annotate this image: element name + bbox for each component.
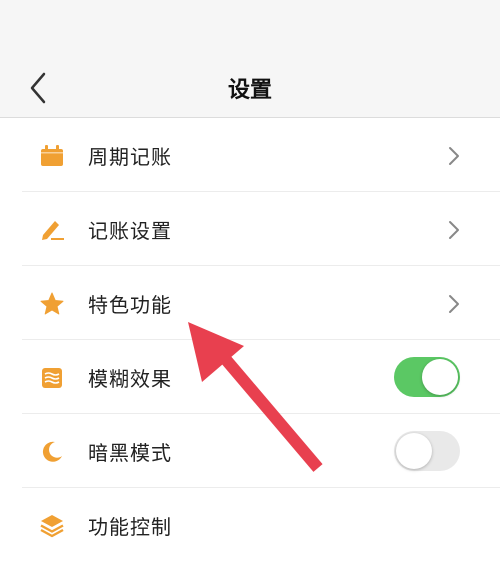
layers-icon (40, 515, 64, 538)
settings-item-label: 模糊效果 (88, 367, 172, 391)
chevron-right-icon (449, 147, 459, 165)
settings-item-dark-mode: 暗黑模式 (0, 414, 500, 488)
settings-item-label: 特色功能 (88, 293, 172, 317)
toggle-knob (422, 359, 458, 395)
settings-item-function-control[interactable]: 功能控制 (0, 488, 500, 562)
settings-item-label: 暗黑模式 (88, 441, 172, 465)
blur-waves-icon (42, 368, 62, 388)
toggle-knob (396, 433, 432, 469)
blur-effect-toggle[interactable] (394, 357, 460, 397)
settings-list: 周期记账 记账设置 特色功能 模糊效果 暗黑模式 功能控制 (0, 118, 500, 562)
settings-item-label: 记账设置 (88, 219, 172, 243)
settings-item-featured-functions[interactable]: 特色功能 (0, 266, 500, 340)
settings-item-periodic-bookkeeping[interactable]: 周期记账 (0, 118, 500, 192)
chevron-right-icon (449, 295, 459, 313)
moon-icon (42, 441, 62, 462)
settings-item-bookkeeping-settings[interactable]: 记账设置 (0, 192, 500, 266)
page-title: 设置 (227, 78, 272, 103)
navigation-bar: 设置 (0, 0, 500, 118)
chevron-right-icon (449, 221, 459, 239)
calendar-icon (41, 145, 63, 166)
settings-item-blur-effect: 模糊效果 (0, 340, 500, 414)
star-icon (40, 292, 64, 315)
settings-item-label: 功能控制 (88, 515, 172, 539)
settings-item-label: 周期记账 (88, 145, 172, 169)
dark-mode-toggle[interactable] (394, 431, 460, 471)
pen-icon (42, 221, 64, 240)
